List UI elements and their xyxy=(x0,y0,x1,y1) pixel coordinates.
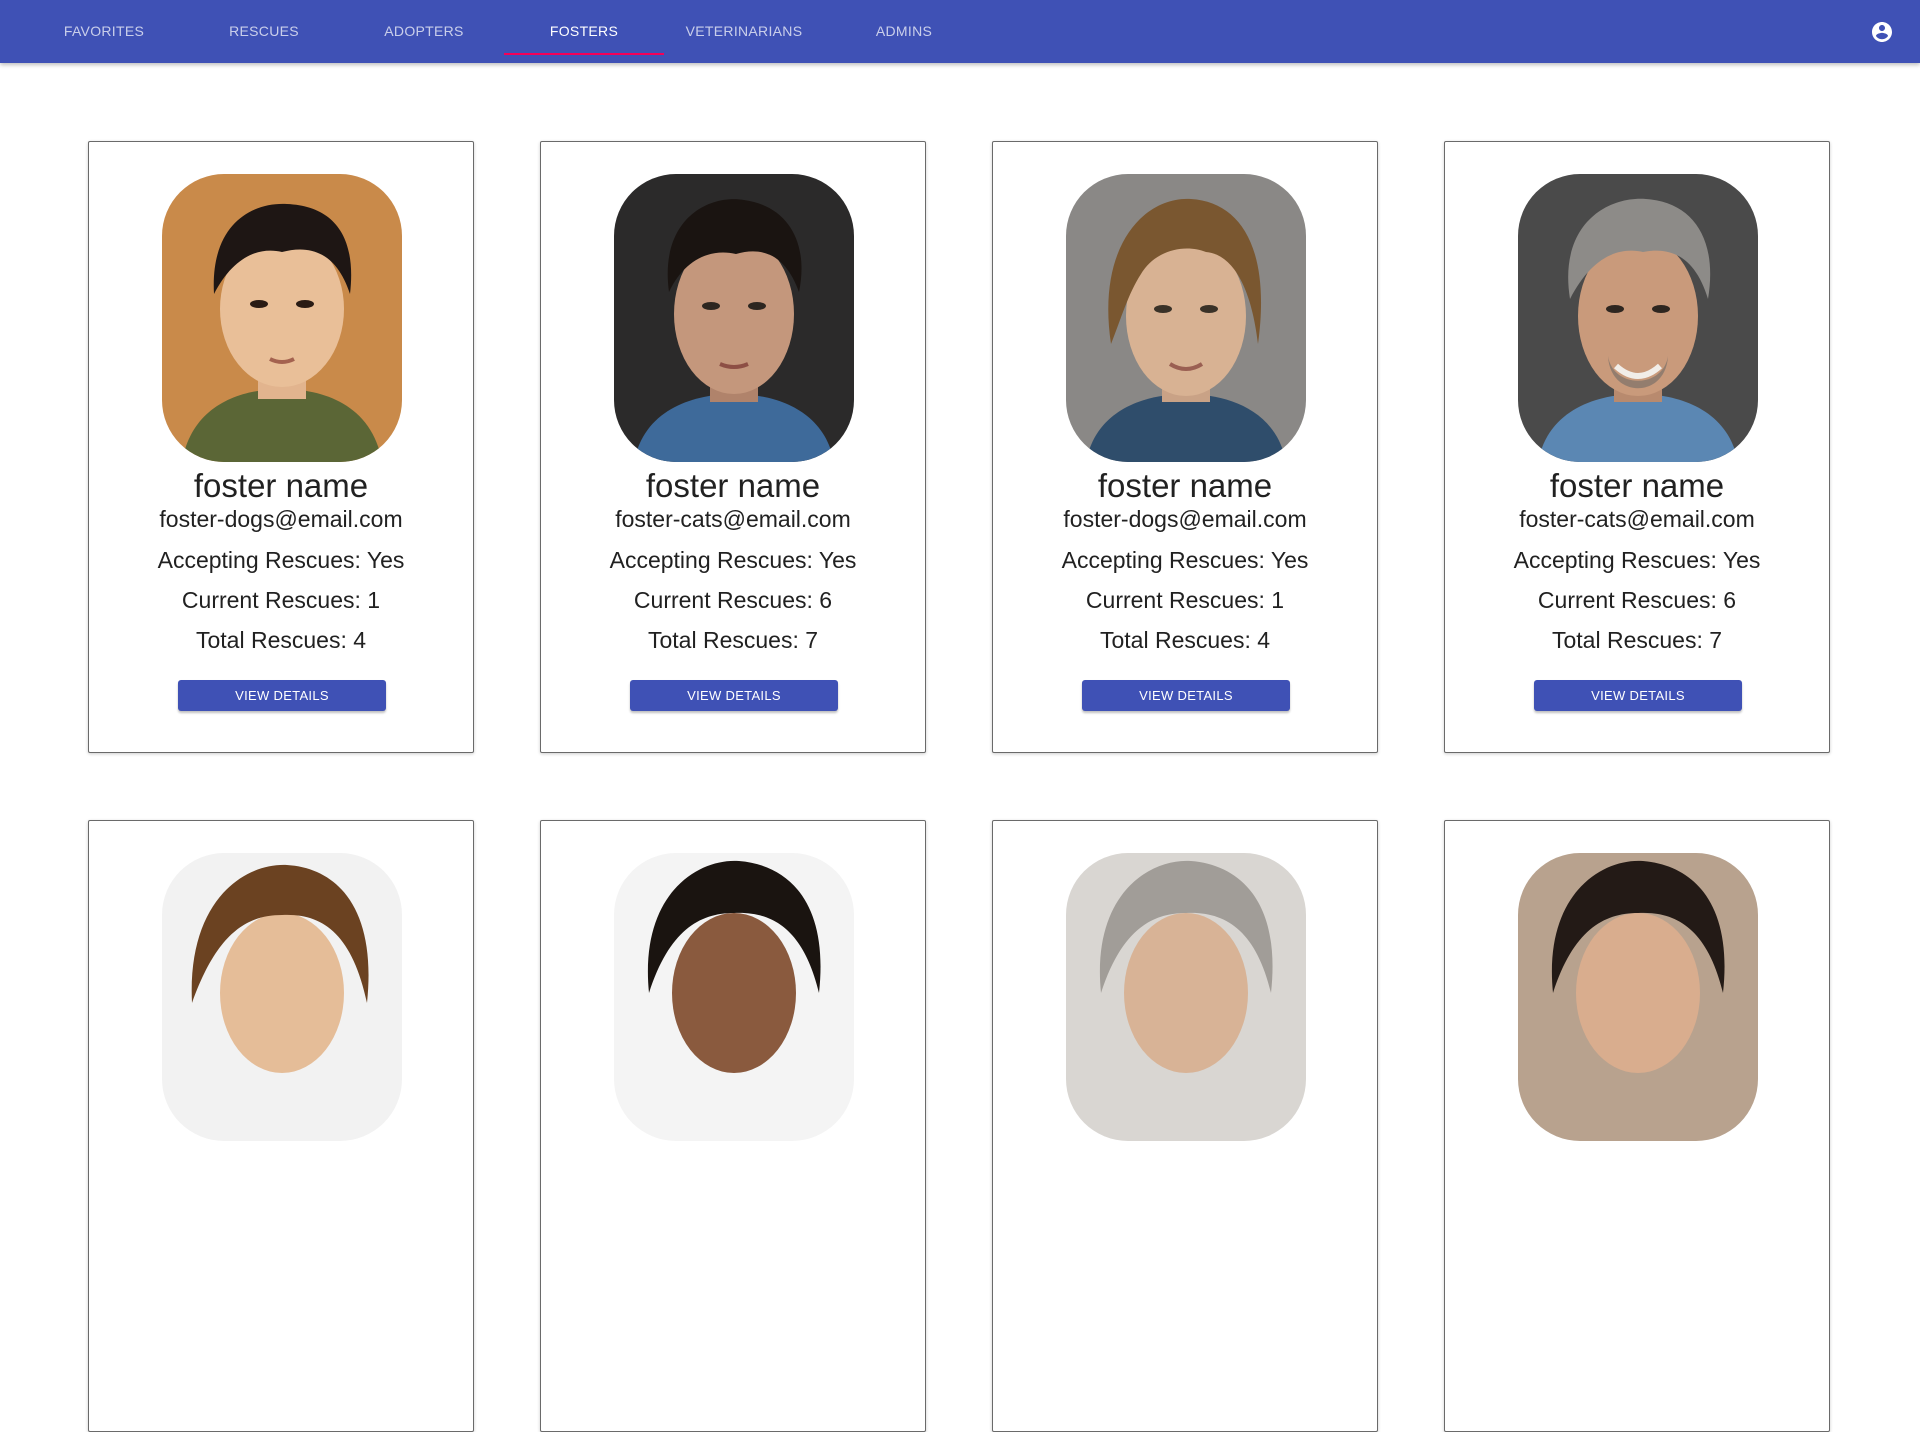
foster-email: foster-dogs@email.com xyxy=(1063,506,1307,532)
foster-card: foster name foster-cats@email.com Accept… xyxy=(1444,141,1830,753)
tab-admins[interactable]: ADMINS xyxy=(824,0,984,61)
tab-adopters[interactable]: ADOPTERS xyxy=(344,0,504,61)
foster-avatar xyxy=(1066,853,1306,1141)
foster-avatar xyxy=(1518,174,1758,462)
view-details-button[interactable]: VIEW DETAILS xyxy=(630,680,838,711)
accepting-rescues: Accepting Rescues: Yes xyxy=(1061,547,1309,573)
foster-email: foster-cats@email.com xyxy=(1519,506,1755,532)
foster-card xyxy=(1444,820,1830,1432)
foster-email: foster-cats@email.com xyxy=(615,506,851,532)
foster-avatar xyxy=(1066,174,1306,462)
tab-favorites[interactable]: FAVORITES xyxy=(24,0,184,61)
account-circle-icon[interactable] xyxy=(1870,20,1894,44)
view-details-button[interactable]: VIEW DETAILS xyxy=(1082,680,1290,711)
foster-name: foster name xyxy=(193,467,369,504)
view-details-button[interactable]: VIEW DETAILS xyxy=(1534,680,1742,711)
total-rescues: Total Rescues: 7 xyxy=(1551,627,1723,653)
total-rescues: Total Rescues: 7 xyxy=(647,627,819,653)
accepting-rescues: Accepting Rescues: Yes xyxy=(1513,547,1761,573)
foster-avatar xyxy=(614,174,854,462)
foster-avatar xyxy=(162,174,402,462)
accepting-rescues: Accepting Rescues: Yes xyxy=(157,547,405,573)
current-rescues: Current Rescues: 1 xyxy=(1085,587,1285,613)
current-rescues: Current Rescues: 6 xyxy=(633,587,833,613)
foster-card xyxy=(992,820,1378,1432)
foster-name: foster name xyxy=(1097,467,1273,504)
tab-veterinarians[interactable]: VETERINARIANS xyxy=(664,0,824,61)
current-rescues: Current Rescues: 1 xyxy=(181,587,381,613)
current-rescues: Current Rescues: 6 xyxy=(1537,587,1737,613)
foster-card: foster name foster-cats@email.com Accept… xyxy=(540,141,926,753)
foster-card: foster name foster-dogs@email.com Accept… xyxy=(992,141,1378,753)
total-rescues: Total Rescues: 4 xyxy=(1099,627,1271,653)
foster-name: foster name xyxy=(1549,467,1725,504)
foster-avatar xyxy=(162,853,402,1141)
foster-card: foster name foster-dogs@email.com Accept… xyxy=(88,141,474,753)
active-tab-indicator xyxy=(504,53,664,55)
foster-avatar xyxy=(1518,853,1758,1141)
accepting-rescues: Accepting Rescues: Yes xyxy=(609,547,857,573)
total-rescues: Total Rescues: 4 xyxy=(195,627,367,653)
foster-avatar xyxy=(614,853,854,1141)
foster-card xyxy=(88,820,474,1432)
app-bar: FAVORITES RESCUES ADOPTERS FOSTERS VETER… xyxy=(0,0,1920,63)
foster-card xyxy=(540,820,926,1432)
tab-fosters[interactable]: FOSTERS xyxy=(504,0,664,61)
foster-name: foster name xyxy=(645,467,821,504)
tab-rescues[interactable]: RESCUES xyxy=(184,0,344,61)
foster-email: foster-dogs@email.com xyxy=(159,506,403,532)
view-details-button[interactable]: VIEW DETAILS xyxy=(178,680,386,711)
